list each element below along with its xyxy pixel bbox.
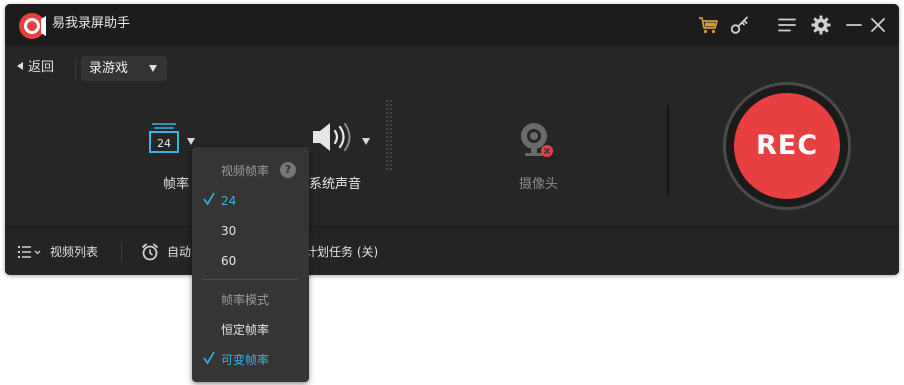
speaker-icon [313,123,351,151]
settings-icon[interactable] [810,14,832,36]
menu-icon[interactable] [776,14,798,36]
frame-rate-option-60[interactable]: 60 [192,248,309,274]
scheduled-task-button[interactable]: 计划任务 (关) [305,244,378,260]
frame-rate-option-24[interactable]: 24 [192,188,309,214]
scheduled-task-label: 计划任务 (关) [305,245,379,259]
list-icon [18,246,41,258]
system-audio-control[interactable]: 系统声音 [305,117,381,197]
frame-mode-option-label: 可变帧率 [221,353,270,367]
frame-rate-icon-value: 24 [157,137,171,150]
frame-rate-menu: 视频帧率 ? 24 30 60 帧率模式 恒定帧率 可变帧率 [192,147,309,382]
controls-divider [667,105,669,195]
minimize-icon[interactable] [843,14,865,36]
nav-bar: 返回 录游戏 [5,46,899,86]
auto-stop-label: 自动 [167,245,192,259]
system-audio-label: 系统声音 [309,177,362,192]
app-window: 易我录屏助手 返回 录游戏 24 帧率 系统声音 摄像头 REC 视频列表 自动… [5,4,899,275]
video-frame-rate-header: 视频帧率 [221,164,270,178]
record-mode-select[interactable]: 录游戏 [81,56,167,81]
frame-mode-option-variable[interactable]: 可变帧率 [192,347,309,373]
frame-rate-label: 帧率 [163,177,190,192]
app-title: 易我录屏助手 [52,16,131,31]
checkmark-icon [203,192,215,206]
back-label: 返回 [28,60,55,75]
title-bar: 易我录屏助手 [5,4,899,46]
camera-control[interactable]: 摄像头 [505,117,569,197]
help-icon[interactable]: ? [280,162,296,178]
rec-button[interactable]: REC [734,93,840,199]
menu-divider [202,279,299,280]
frame-mode-option-label: 恒定帧率 [221,323,270,337]
frame-rate-option-label: 24 [221,194,237,208]
record-mode-value: 录游戏 [89,61,129,76]
bottom-divider [121,241,122,263]
back-button[interactable]: 返回 [17,60,54,76]
webcam-icon [521,123,553,157]
video-list-label: 视频列表 [50,245,99,259]
frame-rate-option-label: 30 [221,224,237,238]
frame-rate-icon: 24 [149,123,179,153]
frame-rate-caret-icon [187,138,195,145]
checkmark-icon [203,351,215,365]
nav-divider [75,58,76,80]
back-arrow-icon [17,62,23,70]
alarm-clock-icon [142,243,158,261]
audio-level-meter-center [388,100,390,172]
app-logo-icon [19,13,46,39]
system-audio-caret-icon [362,138,370,145]
chevron-down-icon [149,65,157,72]
rec-button-label: REC [755,130,819,161]
frame-rate-option-label: 60 [221,254,237,268]
close-icon[interactable] [867,14,889,36]
cart-icon[interactable] [697,14,719,36]
frame-mode-option-constant[interactable]: 恒定帧率 [192,317,309,343]
bottom-bar: 视频列表 自动 计划任务 (关) [5,226,899,275]
frame-mode-header: 帧率模式 [221,293,270,307]
key-icon[interactable] [729,14,751,36]
frame-rate-option-30[interactable]: 30 [192,218,309,244]
camera-label: 摄像头 [519,177,559,192]
